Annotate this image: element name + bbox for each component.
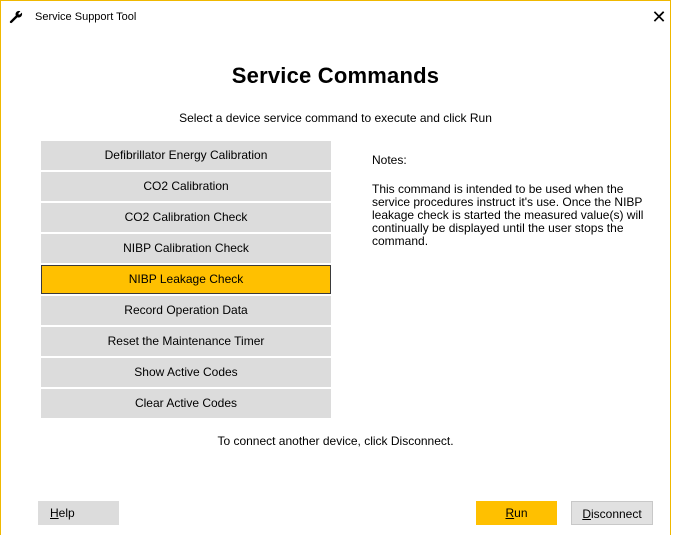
run-button[interactable]: Run: [476, 501, 557, 525]
disconnect-label-rest: isconnect: [590, 507, 642, 521]
title-bar: Service Support Tool ✕: [1, 1, 670, 33]
run-label-rest: un: [514, 506, 528, 520]
command-item-reset-maintenance-timer[interactable]: Reset the Maintenance Timer: [41, 327, 331, 356]
command-item-co2-calibration[interactable]: CO2 Calibration: [41, 172, 331, 201]
run-mnemonic: R: [505, 506, 515, 520]
command-item-defibrillator-energy-calibration[interactable]: Defibrillator Energy Calibration: [41, 141, 331, 170]
help-label-rest: elp: [58, 506, 75, 520]
command-item-nibp-calibration-check[interactable]: NIBP Calibration Check: [41, 234, 331, 263]
wrench-icon: [9, 10, 23, 24]
window-title: Service Support Tool: [35, 11, 137, 23]
page-title: Service Commands: [231, 63, 440, 88]
command-item-record-operation-data[interactable]: Record Operation Data: [41, 296, 331, 325]
help-mnemonic: H: [50, 506, 59, 520]
notes-panel: Notes: This command is intended to be us…: [372, 153, 664, 248]
command-item-show-active-codes[interactable]: Show Active Codes: [41, 358, 331, 387]
command-item-clear-active-codes[interactable]: Clear Active Codes: [41, 389, 331, 418]
notes-text: This command is intended to be used when…: [372, 182, 644, 248]
notes-label: Notes:: [372, 153, 407, 167]
command-item-co2-calibration-check[interactable]: CO2 Calibration Check: [41, 203, 331, 232]
disconnect-button[interactable]: Disconnect: [571, 501, 653, 525]
disconnect-hint: To connect another device, click Disconn…: [217, 434, 454, 448]
service-support-window: Service Support Tool ✕ Service Commands …: [0, 0, 671, 535]
close-icon: ✕: [651, 7, 667, 27]
instruction-text: Select a device service command to execu…: [179, 111, 492, 125]
command-item-nibp-leakage-check[interactable]: NIBP Leakage Check: [41, 265, 331, 294]
help-button[interactable]: Help: [38, 501, 119, 525]
close-button[interactable]: ✕: [648, 4, 670, 30]
disconnect-mnemonic: D: [582, 507, 591, 521]
command-list: Defibrillator Energy Calibration CO2 Cal…: [41, 141, 331, 420]
